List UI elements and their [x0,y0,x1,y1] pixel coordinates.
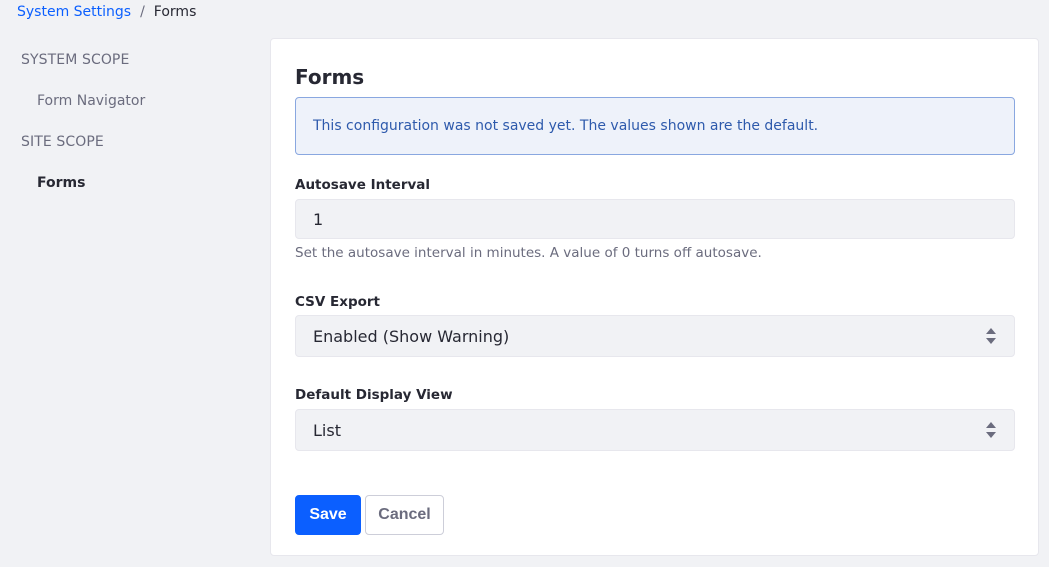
save-button[interactable]: Save [295,495,361,535]
breadcrumb-separator: / [140,4,145,20]
sidebar-item-form-navigator[interactable]: Form Navigator [37,93,145,109]
default-display-view-value: List [313,420,341,440]
site-scope-heading: SITE SCOPE [21,134,104,150]
default-display-view-label: Default Display View [295,387,453,403]
cancel-button[interactable]: Cancel [365,495,444,535]
autosave-interval-value: 1 [313,209,324,229]
info-alert: This configuration was not saved yet. Th… [295,97,1015,155]
configuration-panel: Forms This configuration was not saved y… [270,38,1039,556]
system-scope-heading: SYSTEM SCOPE [21,52,130,68]
autosave-interval-help: Set the autosave interval in minutes. A … [295,245,762,261]
csv-export-value: Enabled (Show Warning) [313,326,510,346]
sidebar-item-forms[interactable]: Forms [37,175,85,191]
breadcrumb-current: Forms [153,4,197,20]
default-display-view-select[interactable]: List [295,409,1015,451]
select-arrows-icon [986,422,996,438]
select-arrows-icon [986,328,996,344]
breadcrumb-system-settings-link[interactable]: System Settings [17,4,131,20]
csv-export-select[interactable]: Enabled (Show Warning) [295,315,1015,357]
page-title: Forms [295,65,365,89]
autosave-interval-input[interactable]: 1 [295,199,1015,239]
csv-export-label: CSV Export [295,294,381,310]
autosave-interval-label: Autosave Interval [295,177,431,193]
breadcrumb: System Settings / Forms [17,4,196,20]
